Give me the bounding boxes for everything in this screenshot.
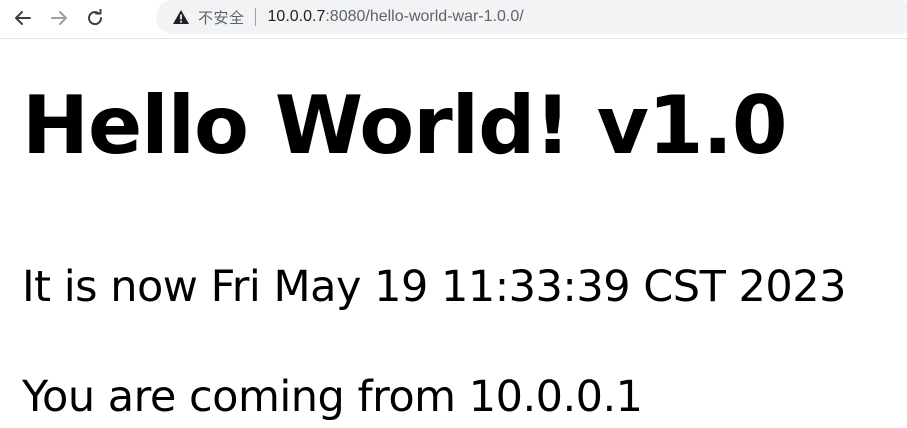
url-host: 10.0.0.7 — [267, 8, 326, 25]
reload-icon — [86, 9, 104, 27]
current-time-text: It is now Fri May 19 11:33:39 CST 2023 — [22, 262, 846, 312]
arrow-right-icon — [50, 9, 68, 27]
client-ip-text: You are coming from 10.0.0.1 — [22, 372, 643, 422]
address-bar[interactable]: 不安全 10.0.0.7:8080/hello-world-war-1.0.0/ — [156, 0, 907, 34]
browser-toolbar: 不安全 10.0.0.7:8080/hello-world-war-1.0.0/ — [0, 0, 907, 39]
forward-button[interactable] — [44, 3, 74, 33]
back-button[interactable] — [8, 3, 38, 33]
security-divider — [254, 8, 256, 26]
url-text[interactable]: 10.0.0.7:8080/hello-world-war-1.0.0/ — [268, 8, 524, 26]
security-indicator[interactable]: 不安全 — [156, 0, 256, 34]
reload-button[interactable] — [80, 3, 110, 33]
page-heading: Hello World! v1.0 — [22, 79, 788, 172]
security-label: 不安全 — [198, 8, 245, 27]
page-content: Hello World! v1.0 It is now Fri May 19 1… — [22, 76, 846, 422]
url-path: :8080/hello-world-war-1.0.0/ — [325, 8, 524, 25]
warning-triangle-icon — [172, 9, 190, 25]
arrow-left-icon — [14, 9, 32, 27]
